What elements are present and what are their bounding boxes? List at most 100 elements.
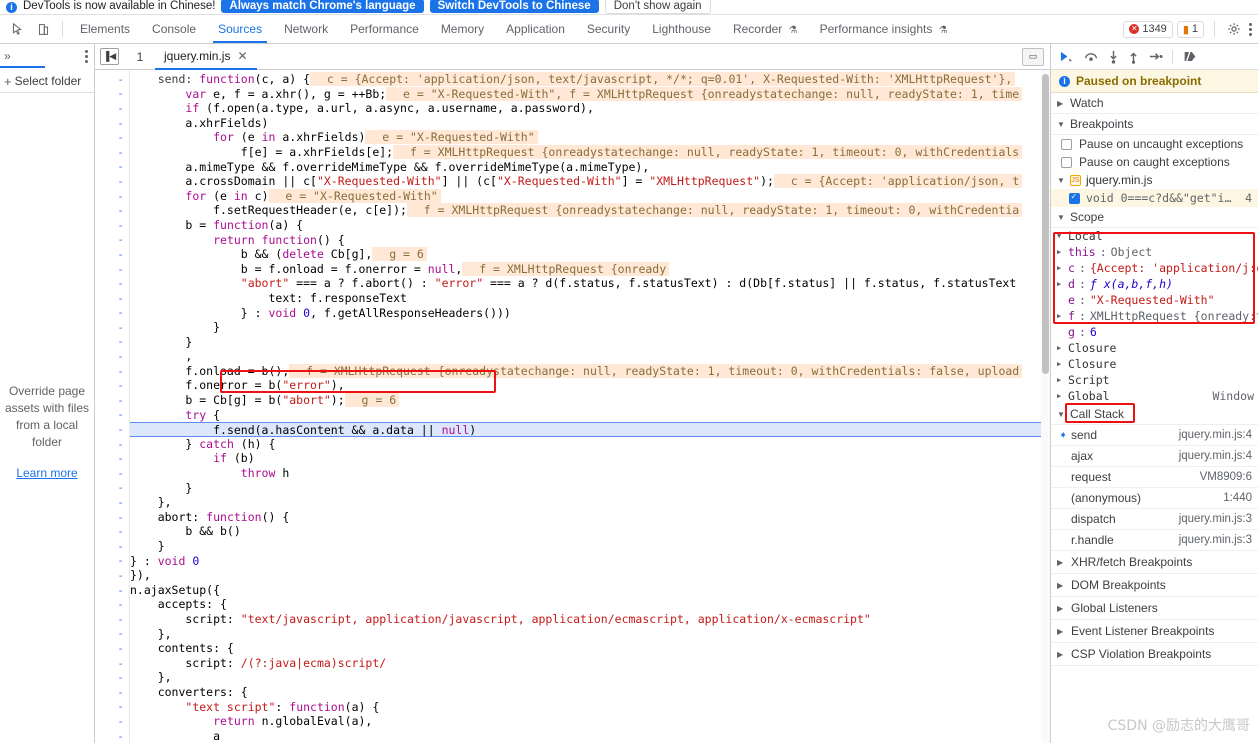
code-line[interactable]: }, <box>130 495 1050 510</box>
section-scope[interactable]: ▼ Scope <box>1051 207 1258 228</box>
step-icon[interactable] <box>1148 50 1163 63</box>
code-line[interactable]: b && b() <box>130 524 1050 539</box>
collapse-sidebar-icon[interactable]: ▐◀ <box>100 48 119 65</box>
device-toolbar-icon[interactable] <box>30 16 56 42</box>
line-number[interactable]: - <box>95 627 129 642</box>
learn-more-link[interactable]: Learn more <box>16 465 77 482</box>
code-line[interactable]: } : void 0, f.getAllResponseHeaders())) <box>130 306 1050 321</box>
code-line[interactable]: text: f.responseText <box>130 291 1050 306</box>
scope-variable-row[interactable]: ▶ this: Object <box>1051 244 1258 260</box>
tab-performance-insights[interactable]: Performance insights ⚗ <box>809 15 959 43</box>
pause-uncaught-exceptions-checkbox-row[interactable]: Pause on uncaught exceptions <box>1051 135 1258 153</box>
line-number[interactable]: - <box>95 539 129 554</box>
line-number[interactable]: - <box>95 393 129 408</box>
dock-drawer-icon[interactable]: ▭ <box>1022 47 1044 66</box>
section-watch[interactable]: ▶ Watch <box>1051 93 1258 114</box>
code-line[interactable]: "text script": function(a) { <box>130 700 1050 715</box>
scope-group-row[interactable]: ▶ Closure <box>1051 340 1258 356</box>
code-line[interactable]: , <box>130 349 1050 364</box>
step-over-next-function-call-icon[interactable] <box>1083 50 1099 63</box>
error-count-badge[interactable]: ✕ 1349 <box>1123 20 1173 38</box>
line-number[interactable]: - <box>95 130 129 145</box>
tab-performance[interactable]: Performance <box>339 15 430 43</box>
scope-local-group[interactable]: ▼ Local <box>1051 228 1258 244</box>
code-line[interactable]: } <box>130 481 1050 496</box>
line-number[interactable]: - <box>95 335 129 350</box>
code-line[interactable]: return n.globalEval(a), <box>130 714 1050 729</box>
call-stack-frame[interactable]: request VM8909:6 <box>1051 467 1258 488</box>
code-line[interactable]: try { <box>130 408 1050 423</box>
line-number[interactable]: - <box>95 641 129 656</box>
breakpoint-file-group[interactable]: ▼ JS jquery.min.js <box>1051 171 1258 189</box>
warning-count-badge[interactable]: ▮ 1 <box>1176 20 1204 38</box>
code-editor[interactable]: ----------------------------------------… <box>95 70 1050 743</box>
switch-devtools-chinese-button[interactable]: Switch DevTools to Chinese <box>429 0 599 13</box>
line-number[interactable]: - <box>95 276 129 291</box>
line-number[interactable]: - <box>95 700 129 715</box>
tab-console[interactable]: Console <box>141 15 207 43</box>
call-stack-frame[interactable]: (anonymous) 1:440 <box>1051 488 1258 509</box>
code-line[interactable]: a.crossDomain || c["X-Requested-With"] |… <box>130 174 1050 189</box>
code-line[interactable]: "abort" === a ? f.abort() : "error" === … <box>130 276 1050 291</box>
section-call-stack[interactable]: ▼ Call Stack <box>1051 403 1258 425</box>
dont-show-again-button[interactable]: Don't show again <box>604 0 711 14</box>
code-line[interactable]: script: /(?:java|ecma)script/ <box>130 656 1050 671</box>
line-number[interactable]: - <box>95 218 129 233</box>
line-number[interactable]: - <box>95 160 129 175</box>
code-line[interactable]: n.ajaxSetup({ <box>130 583 1050 598</box>
call-stack-frame[interactable]: ajax jquery.min.js:4 <box>1051 446 1258 467</box>
code-line[interactable]: } : void 0 <box>130 554 1050 569</box>
line-number[interactable]: - <box>95 408 129 423</box>
line-number[interactable]: - <box>95 101 129 116</box>
line-number[interactable]: - <box>95 495 129 510</box>
line-number[interactable]: - <box>95 349 129 364</box>
line-number[interactable]: - <box>95 364 129 379</box>
code-line[interactable]: if (b) <box>130 451 1050 466</box>
line-number[interactable]: - <box>95 320 129 335</box>
line-number[interactable]: - <box>95 145 129 160</box>
scope-variable-row[interactable]: g: 6 <box>1051 324 1258 340</box>
checkbox-icon[interactable] <box>1061 138 1072 150</box>
line-number[interactable]: - <box>95 72 129 87</box>
line-number[interactable]: - <box>95 466 129 481</box>
line-number[interactable]: - <box>95 291 129 306</box>
scope-variable-row[interactable]: e: "X-Requested-With" <box>1051 292 1258 308</box>
kebab-menu-icon[interactable] <box>1247 21 1254 38</box>
code-line[interactable]: f.setRequestHeader(e, c[e]); f = XMLHttp… <box>130 203 1050 218</box>
chevron-double-right-icon[interactable]: » <box>4 49 11 63</box>
editor-scrollbar[interactable] <box>1041 70 1050 743</box>
line-number[interactable]: - <box>95 510 129 525</box>
line-number[interactable]: - <box>95 481 129 496</box>
code-line[interactable]: var e, f = a.xhr(), g = ++Bb; e = "X-Req… <box>130 86 1050 102</box>
breakpoint-entry[interactable]: void 0===c?d&&"get"i… 4 <box>1051 189 1258 207</box>
line-number[interactable]: - <box>95 437 129 452</box>
code-line[interactable]: a.xhrFields) <box>130 116 1050 131</box>
tab-memory[interactable]: Memory <box>430 15 495 43</box>
step-into-next-function-call-icon[interactable] <box>1108 50 1119 64</box>
tab-sources[interactable]: Sources <box>207 15 273 43</box>
line-number[interactable]: - <box>95 554 129 569</box>
line-number[interactable]: - <box>95 670 129 685</box>
line-number-gutter[interactable]: ----------------------------------------… <box>95 70 130 743</box>
tab-application[interactable]: Application <box>495 15 576 43</box>
checkbox-icon[interactable] <box>1069 192 1080 204</box>
code-line[interactable]: }, <box>130 670 1050 685</box>
code-line[interactable]: converters: { <box>130 685 1050 700</box>
line-number[interactable]: - <box>95 306 129 321</box>
gear-icon[interactable] <box>1221 16 1247 42</box>
deactivate-breakpoints-icon[interactable] <box>1182 50 1198 63</box>
kebab-menu-icon[interactable] <box>83 48 90 65</box>
call-stack-frame[interactable]: r.handle jquery.min.js:3 <box>1051 530 1258 551</box>
code-line[interactable]: abort: function() { <box>130 510 1050 525</box>
code-line[interactable]: a.mimeType && f.overrideMimeType && f.ov… <box>130 160 1050 175</box>
code-line[interactable]: return function() { <box>130 233 1050 248</box>
line-number[interactable]: - <box>95 422 129 437</box>
scope-variable-row[interactable]: ▶ f: XMLHttpRequest {onready:t <box>1051 308 1258 324</box>
debugger-section-event-listener-breakpoints[interactable]: ▶ Event Listener Breakpoints <box>1051 620 1258 643</box>
code-line[interactable]: b = f.onload = f.onerror = null, f = XML… <box>130 261 1050 277</box>
scope-variable-row[interactable]: ▶ c: {Accept: 'application/j:c <box>1051 260 1258 276</box>
debugger-section-xhr-fetch-breakpoints[interactable]: ▶ XHR/fetch Breakpoints <box>1051 551 1258 574</box>
line-number[interactable]: - <box>95 568 129 583</box>
code-line[interactable]: b = Cb[g] = b("abort"); g = 6 <box>130 393 1050 408</box>
line-number[interactable]: - <box>95 597 129 612</box>
